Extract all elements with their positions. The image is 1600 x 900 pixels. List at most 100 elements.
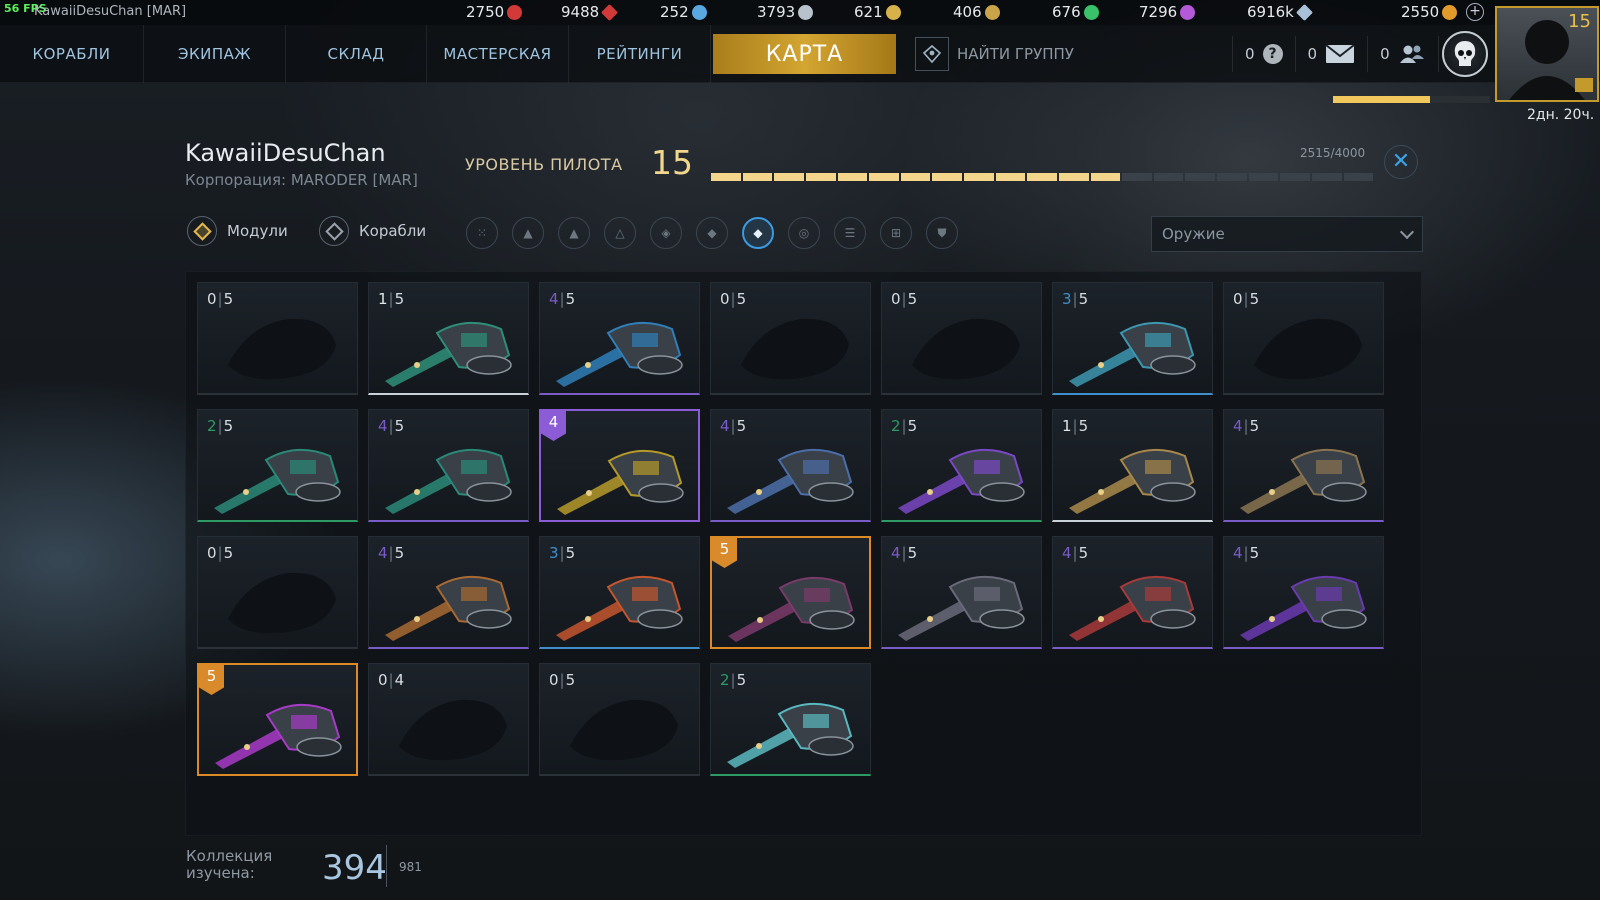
ships-toggle[interactable]: Корабли bbox=[319, 216, 426, 246]
notification-counters: 0 ? 0 0 bbox=[1232, 25, 1439, 83]
xp-segment bbox=[711, 173, 741, 181]
module-card[interactable]: 0|5 bbox=[1223, 282, 1384, 395]
module-card[interactable]: 4 bbox=[539, 409, 700, 522]
module-count: 4|5 bbox=[378, 417, 405, 435]
module-card[interactable]: 4|5 bbox=[368, 536, 529, 649]
module-card[interactable]: 0|5 bbox=[710, 282, 871, 395]
xp-segment bbox=[869, 173, 899, 181]
resource-5: 406 bbox=[953, 3, 1000, 21]
capacitor-filter-icon[interactable]: ☰ bbox=[834, 217, 866, 249]
fighter-filter-icon[interactable]: ▲ bbox=[558, 217, 590, 249]
avatar-level: 15 bbox=[1568, 11, 1591, 32]
resource-0: 2750 bbox=[466, 3, 523, 21]
module-card[interactable]: 4|5 bbox=[881, 536, 1042, 649]
module-card[interactable]: 4|5 bbox=[539, 282, 700, 395]
weapon-module-icon bbox=[728, 576, 855, 642]
friends-count: 0 bbox=[1380, 45, 1390, 63]
player-tag: KawaiiDesuChan [MAR] bbox=[34, 4, 187, 19]
resource-1: 9488 bbox=[561, 3, 619, 21]
nav-storage[interactable]: СКЛАД bbox=[286, 25, 427, 83]
close-button[interactable]: ✕ bbox=[1384, 145, 1418, 179]
module-card[interactable]: 0|5 bbox=[197, 282, 358, 395]
ships-label: Корабли bbox=[359, 222, 427, 240]
module-count: 2|5 bbox=[891, 417, 918, 435]
module-count: 0|5 bbox=[891, 290, 918, 308]
sensor-filter-icon[interactable]: ◎ bbox=[788, 217, 820, 249]
module-card[interactable]: 0|5 bbox=[539, 663, 700, 776]
xp-segment bbox=[805, 173, 836, 181]
nav-ratings[interactable]: РЕЙТИНГИ bbox=[569, 25, 711, 83]
weapon-module-icon bbox=[1069, 448, 1196, 514]
nav-workshop[interactable]: МАСТЕРСКАЯ bbox=[427, 25, 569, 83]
corporation-button[interactable] bbox=[1442, 31, 1488, 77]
category-dropdown[interactable]: Оружие bbox=[1151, 216, 1423, 252]
corporation-name: Корпорация: MARODER [MAR] bbox=[185, 171, 418, 189]
resource-4: 621 bbox=[854, 3, 901, 21]
weapon-filter-icon[interactable]: ◆ bbox=[742, 217, 774, 249]
module-card[interactable]: 2|5 bbox=[197, 409, 358, 522]
xp-segment bbox=[1153, 173, 1184, 181]
interceptor-filter-icon[interactable]: ▲ bbox=[512, 217, 544, 249]
module-count: 3|5 bbox=[549, 544, 576, 562]
gold-coin-icon bbox=[1442, 4, 1458, 20]
module-card[interactable]: 5 bbox=[710, 536, 871, 649]
engine-filter-icon[interactable]: ◈ bbox=[650, 217, 682, 249]
add-currency-button[interactable]: + bbox=[1466, 3, 1484, 21]
nav-ships[interactable]: КОРАБЛИ bbox=[0, 25, 144, 83]
module-count: 4|5 bbox=[891, 544, 918, 562]
xp-text: 2515/4000 bbox=[1300, 146, 1366, 160]
module-card[interactable]: 4|5 bbox=[1223, 536, 1384, 649]
friends-counter[interactable]: 0 bbox=[1367, 36, 1439, 72]
mail-count: 0 bbox=[1307, 45, 1318, 63]
credits-icon bbox=[1295, 3, 1313, 21]
modules-toggle[interactable]: Модули bbox=[187, 216, 288, 246]
nav-crew[interactable]: ЭКИПАЖ bbox=[144, 25, 286, 83]
module-card[interactable]: 4|5 bbox=[1052, 536, 1213, 649]
help-counter[interactable]: 0 ? bbox=[1232, 36, 1295, 72]
friends-icon bbox=[1399, 45, 1424, 63]
module-card[interactable]: 0|5 bbox=[881, 282, 1042, 395]
silver-orb-icon bbox=[798, 4, 814, 20]
weapon-module-icon bbox=[1240, 575, 1367, 641]
hull-filter-icon[interactable]: ◆ bbox=[696, 217, 728, 249]
locked-module-silhouette bbox=[912, 318, 1020, 380]
pilot-avatar[interactable]: 15 bbox=[1495, 6, 1599, 102]
xp-segment bbox=[1248, 173, 1279, 181]
map-button[interactable]: КАРТА bbox=[713, 34, 896, 74]
module-card[interactable]: 3|5 bbox=[1052, 282, 1213, 395]
module-card[interactable]: 0|4 bbox=[368, 663, 529, 776]
weapon-module-icon bbox=[727, 448, 854, 514]
shield-filter-icon[interactable]: ⛊ bbox=[926, 217, 958, 249]
all-filter-icon[interactable]: ⁙ bbox=[466, 217, 498, 249]
module-card[interactable]: 3|5 bbox=[539, 536, 700, 649]
module-card[interactable]: 4|5 bbox=[1223, 409, 1384, 522]
module-count: 4|5 bbox=[720, 417, 747, 435]
blue-orb-icon bbox=[691, 4, 707, 20]
red-shield-icon bbox=[507, 4, 523, 20]
find-group-button[interactable]: НАЙТИ ГРУППУ bbox=[915, 37, 1074, 71]
collection-total: 981 bbox=[399, 860, 422, 874]
module-card[interactable]: 1|5 bbox=[368, 282, 529, 395]
module-card[interactable]: 1|5 bbox=[1052, 409, 1213, 522]
xp-segment bbox=[1280, 173, 1310, 181]
weapon-module-icon bbox=[215, 703, 342, 769]
frigate-filter-icon[interactable]: △ bbox=[604, 217, 636, 249]
mail-counter[interactable]: 0 bbox=[1294, 36, 1368, 72]
xp-segment bbox=[1311, 173, 1342, 181]
module-count: 4|5 bbox=[1062, 544, 1089, 562]
module-card[interactable]: 4|5 bbox=[368, 409, 529, 522]
module-card[interactable]: 5 bbox=[197, 663, 358, 776]
special-filter-icon[interactable]: ⊞ bbox=[880, 217, 912, 249]
skull-icon bbox=[1454, 41, 1476, 66]
module-card[interactable]: 2|5 bbox=[881, 409, 1042, 522]
module-card[interactable]: 0|5 bbox=[197, 536, 358, 649]
bonus-progress-bar bbox=[1333, 96, 1490, 103]
module-card[interactable]: 4|5 bbox=[710, 409, 871, 522]
module-count: 4|5 bbox=[378, 544, 405, 562]
xp-segment bbox=[964, 173, 994, 181]
chevron-down-icon bbox=[1399, 224, 1415, 239]
module-count: 2|5 bbox=[207, 417, 234, 435]
module-card[interactable]: 2|5 bbox=[710, 663, 871, 776]
locked-module-silhouette bbox=[228, 572, 336, 634]
weapon-module-icon bbox=[1240, 448, 1367, 514]
